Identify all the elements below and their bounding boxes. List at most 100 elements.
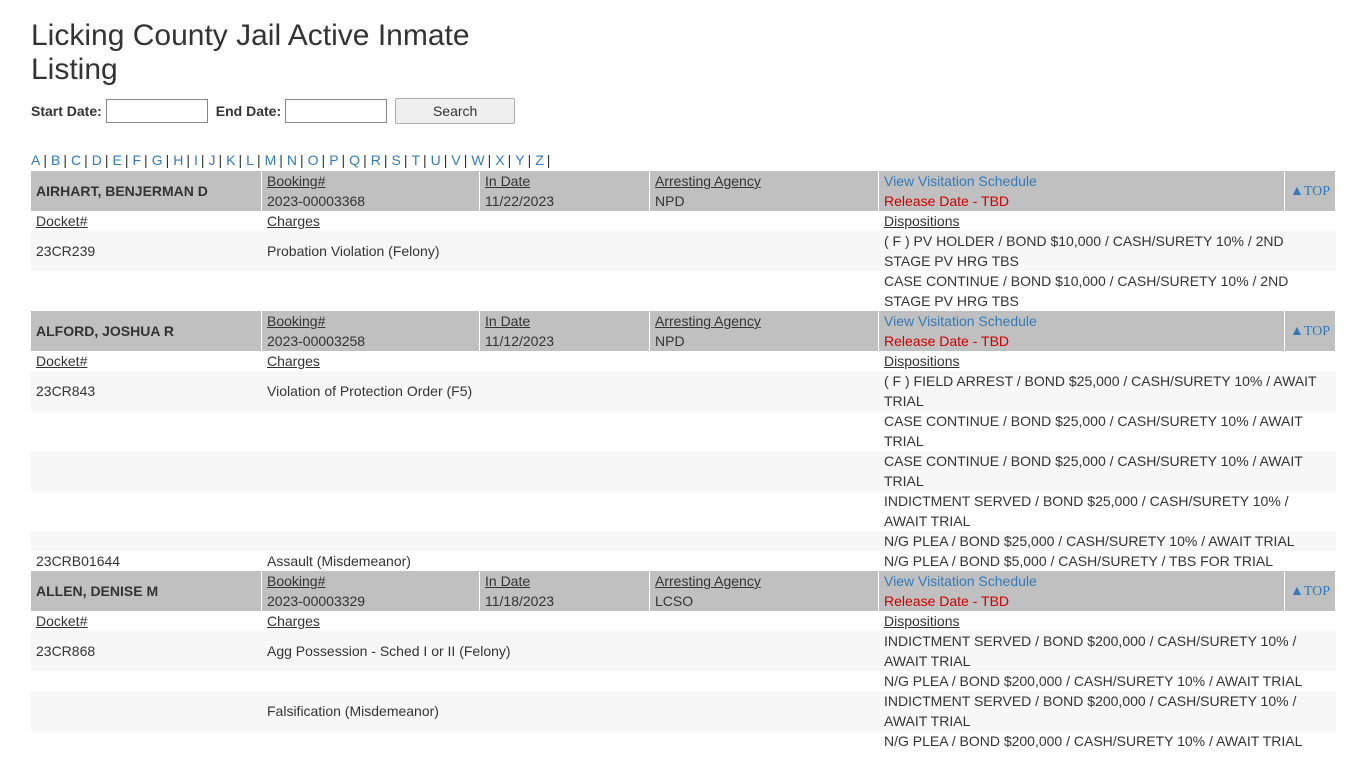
search-button[interactable]: Search bbox=[395, 98, 516, 124]
alpha-link-x[interactable]: X bbox=[495, 152, 504, 168]
top-cell: ▲TOP bbox=[1285, 311, 1336, 351]
top-link[interactable]: ▲TOP bbox=[1290, 324, 1330, 339]
charge-row: N/G PLEA / BOND $25,000 / CASH/SURETY 10… bbox=[31, 531, 1336, 551]
visitation-link[interactable]: View Visitation Schedule bbox=[884, 571, 1279, 591]
charge-description bbox=[262, 671, 879, 691]
alpha-link-r[interactable]: R bbox=[371, 152, 381, 168]
alpha-link-l[interactable]: L bbox=[246, 152, 254, 168]
alpha-separator: | bbox=[403, 152, 408, 168]
alpha-link-z[interactable]: Z bbox=[535, 152, 544, 168]
docket-number bbox=[31, 531, 262, 551]
docket-number bbox=[31, 691, 262, 731]
alpha-separator: | bbox=[186, 152, 190, 168]
in-date-cell: In Date 11/22/2023 bbox=[480, 171, 650, 211]
docket-header[interactable]: Docket# bbox=[36, 353, 87, 369]
charge-description bbox=[262, 531, 879, 551]
docket-header[interactable]: Docket# bbox=[36, 613, 87, 629]
disposition-text: N/G PLEA / BOND $200,000 / CASH/SURETY 1… bbox=[884, 733, 1303, 749]
alpha-link-n[interactable]: N bbox=[287, 152, 297, 168]
agency-label[interactable]: Arresting Agency bbox=[655, 571, 873, 591]
alpha-link-s[interactable]: S bbox=[391, 152, 400, 168]
alpha-link-d[interactable]: D bbox=[92, 152, 102, 168]
docket-number: 23CRB01644 bbox=[36, 553, 121, 569]
alpha-link-y[interactable]: Y bbox=[515, 152, 524, 168]
alpha-separator: | bbox=[341, 152, 346, 168]
alpha-link-h[interactable]: H bbox=[173, 152, 183, 168]
alpha-link-t[interactable]: T bbox=[411, 152, 420, 168]
charge-row: CASE CONTINUE / BOND $10,000 / CASH/SURE… bbox=[31, 271, 1336, 311]
in-date-label[interactable]: In Date bbox=[485, 311, 644, 331]
visitation-cell: View Visitation Schedule Release Date - T… bbox=[879, 311, 1285, 351]
booking-label[interactable]: Booking# bbox=[267, 571, 474, 591]
alpha-link-g[interactable]: G bbox=[152, 152, 163, 168]
charges-header[interactable]: Charges bbox=[267, 213, 320, 229]
disposition-text: N/G PLEA / BOND $5,000 / CASH/SURETY / T… bbox=[884, 553, 1274, 569]
alpha-link-p[interactable]: P bbox=[329, 152, 338, 168]
charges-header[interactable]: Charges bbox=[267, 353, 320, 369]
column-header-row: Docket# Charges Dispositions bbox=[31, 211, 1336, 231]
alpha-link-f[interactable]: F bbox=[132, 152, 141, 168]
alpha-link-i[interactable]: I bbox=[194, 152, 198, 168]
alpha-separator: | bbox=[84, 152, 88, 168]
dispositions-header[interactable]: Dispositions bbox=[884, 213, 959, 229]
charge-description: Assault (Misdemeanor) bbox=[267, 553, 411, 569]
alpha-separator: | bbox=[463, 152, 468, 168]
booking-label[interactable]: Booking# bbox=[267, 171, 474, 191]
top-link[interactable]: ▲TOP bbox=[1290, 184, 1330, 199]
visitation-link[interactable]: View Visitation Schedule bbox=[884, 171, 1279, 191]
alpha-link-a[interactable]: A bbox=[31, 152, 40, 168]
docket-header[interactable]: Docket# bbox=[36, 213, 87, 229]
page-content: Licking County Jail Active Inmate Listin… bbox=[31, 0, 1336, 751]
in-date-label[interactable]: In Date bbox=[485, 171, 644, 191]
charge-description: Violation of Protection Order (F5) bbox=[262, 371, 879, 411]
top-link[interactable]: ▲TOP bbox=[1290, 584, 1330, 599]
booking-number: 2023-00003258 bbox=[267, 333, 366, 349]
docket-number bbox=[31, 451, 262, 491]
charge-description: Agg Possession - Sched I or II (Felony) bbox=[262, 631, 879, 671]
start-date-input[interactable] bbox=[105, 99, 208, 123]
alpha-link-m[interactable]: M bbox=[265, 152, 277, 168]
alpha-separator: | bbox=[383, 152, 388, 168]
alpha-link-e[interactable]: E bbox=[113, 152, 122, 168]
alpha-separator: | bbox=[200, 152, 205, 168]
alpha-separator: | bbox=[423, 152, 427, 168]
agency-value: NPD bbox=[655, 193, 685, 209]
alpha-separator: | bbox=[104, 152, 109, 168]
agency-cell: Arresting Agency LCSO bbox=[650, 571, 879, 611]
agency-label[interactable]: Arresting Agency bbox=[655, 311, 873, 331]
alpha-link-v[interactable]: V bbox=[451, 152, 460, 168]
docket-number bbox=[31, 671, 262, 691]
alpha-link-w[interactable]: W bbox=[471, 152, 484, 168]
alpha-link-b[interactable]: B bbox=[51, 152, 60, 168]
alpha-link-j[interactable]: J bbox=[209, 152, 216, 168]
alpha-link-q[interactable]: Q bbox=[349, 152, 360, 168]
alpha-link-c[interactable]: C bbox=[71, 152, 81, 168]
top-label: TOP bbox=[1303, 324, 1331, 339]
docket-number bbox=[31, 491, 262, 531]
disposition-text: ( F ) PV HOLDER / BOND $10,000 / CASH/SU… bbox=[879, 231, 1336, 271]
release-date: Release Date - TBD bbox=[884, 593, 1010, 609]
end-date-label: End Date: bbox=[215, 103, 282, 119]
alpha-separator: | bbox=[256, 152, 261, 168]
alpha-link-u[interactable]: U bbox=[431, 152, 441, 168]
alpha-separator: | bbox=[321, 152, 326, 168]
page-title: Licking County Jail Active Inmate Listin… bbox=[31, 19, 470, 86]
alpha-link-o[interactable]: O bbox=[308, 152, 319, 168]
alpha-separator: | bbox=[487, 152, 492, 168]
agency-label[interactable]: Arresting Agency bbox=[655, 171, 873, 191]
arrow-up-icon: ▲ bbox=[1289, 584, 1304, 599]
dispositions-header[interactable]: Dispositions bbox=[884, 353, 959, 369]
charges-header[interactable]: Charges bbox=[267, 613, 320, 629]
visitation-link[interactable]: View Visitation Schedule bbox=[884, 311, 1279, 331]
end-date-input[interactable] bbox=[285, 99, 388, 123]
agency-cell: Arresting Agency NPD bbox=[650, 311, 879, 351]
column-header-row: Docket# Charges Dispositions bbox=[31, 351, 1336, 371]
disposition-text: CASE CONTINUE / BOND $25,000 / CASH/SURE… bbox=[884, 413, 1303, 449]
disposition-text: N/G PLEA / BOND $200,000 / CASH/SURETY 1… bbox=[884, 673, 1303, 689]
in-date-label[interactable]: In Date bbox=[485, 571, 644, 591]
dispositions-header[interactable]: Dispositions bbox=[884, 613, 959, 629]
alpha-link-k[interactable]: K bbox=[226, 152, 235, 168]
charge-row: CASE CONTINUE / BOND $25,000 / CASH/SURE… bbox=[31, 451, 1336, 491]
charge-row: 23CR868 Agg Possession - Sched I or II (F… bbox=[31, 631, 1336, 671]
booking-label[interactable]: Booking# bbox=[267, 311, 474, 331]
